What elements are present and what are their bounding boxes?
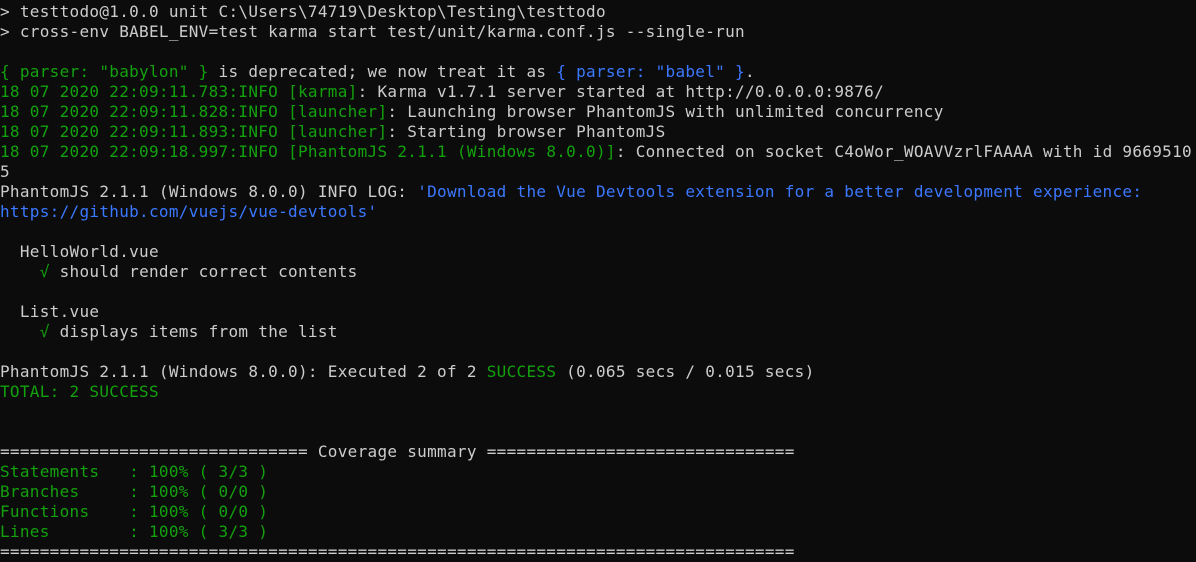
coverage-header: =============================== Coverage… bbox=[0, 442, 795, 461]
log-timestamp: 18 07 2020 22:09:11.783:INFO bbox=[0, 82, 289, 101]
log-tag: [karma] bbox=[288, 82, 358, 101]
info-log-url[interactable]: https://github.com/vuejs/vue-devtools' bbox=[0, 202, 377, 222]
karma-log-line: 18 07 2020 22:09:11.828:INFO [launcher]:… bbox=[0, 102, 944, 122]
coverage-row-lines: Lines : 100% ( 3/3 ) bbox=[0, 522, 269, 541]
karma-log-line: 18 07 2020 22:09:11.783:INFO [karma]: Ka… bbox=[0, 82, 884, 102]
info-log-line: PhantomJS 2.1.1 (Windows 8.0.0) INFO LOG… bbox=[0, 182, 1142, 202]
terminal-window[interactable]: > testtodo@1.0.0 unit C:\Users\74719\Des… bbox=[0, 0, 1196, 562]
prompt-line-1: > testtodo@1.0.0 unit C:\Users\74719\Des… bbox=[0, 2, 606, 21]
execution-timing: (0.065 secs / 0.015 secs) bbox=[556, 362, 815, 381]
total-summary: TOTAL: 2 SUCCESS bbox=[0, 382, 159, 401]
deprecation-end: . bbox=[744, 62, 755, 81]
check-icon: √ bbox=[0, 322, 50, 341]
prompt-line-2: > cross-env BABEL_ENV=test karma start t… bbox=[0, 22, 745, 41]
check-icon: √ bbox=[0, 262, 50, 281]
log-message: : Karma v1.7.1 server started at http://… bbox=[357, 82, 885, 101]
test-name: should render correct contents bbox=[49, 262, 358, 281]
coverage-row-branches: Branches : 100% ( 0/0 ) bbox=[0, 482, 269, 501]
deprecation-text: is deprecated; we now treat it as bbox=[208, 62, 557, 81]
wrapped-id-tail: 5 bbox=[0, 162, 10, 181]
log-tag: [PhantomJS 2.1.1 (Windows 8.0.0)] bbox=[288, 142, 616, 161]
log-tag: [launcher] bbox=[288, 122, 388, 141]
test-result: √ displays items from the list bbox=[0, 322, 338, 342]
deprecation-warning: { parser: "babylon" } is deprecated; we … bbox=[0, 62, 755, 82]
execution-summary: PhantomJS 2.1.1 (Windows 8.0.0): Execute… bbox=[0, 362, 815, 382]
log-timestamp: 18 07 2020 22:09:11.828:INFO bbox=[0, 102, 289, 121]
test-result: √ should render correct contents bbox=[0, 262, 358, 282]
info-log-message: 'Download the Vue Devtools extension for… bbox=[417, 182, 1143, 201]
new-parser-option: { parser: "babel" } bbox=[556, 62, 745, 81]
coverage-footer: ========================================… bbox=[0, 542, 795, 561]
suite-name: List.vue bbox=[0, 302, 100, 321]
coverage-row-statements: Statements : 100% ( 3/3 ) bbox=[0, 462, 269, 481]
log-tag: [launcher] bbox=[288, 102, 388, 121]
log-timestamp: 18 07 2020 22:09:11.893:INFO bbox=[0, 122, 289, 141]
info-log-prefix: PhantomJS 2.1.1 (Windows 8.0.0) INFO LOG… bbox=[0, 182, 418, 201]
execution-status: SUCCESS bbox=[486, 362, 557, 381]
karma-log-line: 18 07 2020 22:09:18.997:INFO [PhantomJS … bbox=[0, 142, 1192, 162]
execution-prefix: PhantomJS 2.1.1 (Windows 8.0.0): Execute… bbox=[0, 362, 487, 381]
test-name: displays items from the list bbox=[49, 322, 338, 341]
log-timestamp: 18 07 2020 22:09:18.997:INFO bbox=[0, 142, 289, 161]
log-message: : Starting browser PhantomJS bbox=[387, 122, 666, 141]
suite-name: HelloWorld.vue bbox=[0, 242, 159, 261]
log-message: : Connected on socket C4oWor_WOAVVzrlFAA… bbox=[615, 142, 1192, 161]
karma-log-line: 18 07 2020 22:09:11.893:INFO [launcher]:… bbox=[0, 122, 666, 142]
coverage-row-functions: Functions : 100% ( 0/0 ) bbox=[0, 502, 269, 521]
old-parser-option: { parser: "babylon" } bbox=[0, 62, 209, 81]
log-message: : Launching browser PhantomJS with unlim… bbox=[387, 102, 944, 121]
